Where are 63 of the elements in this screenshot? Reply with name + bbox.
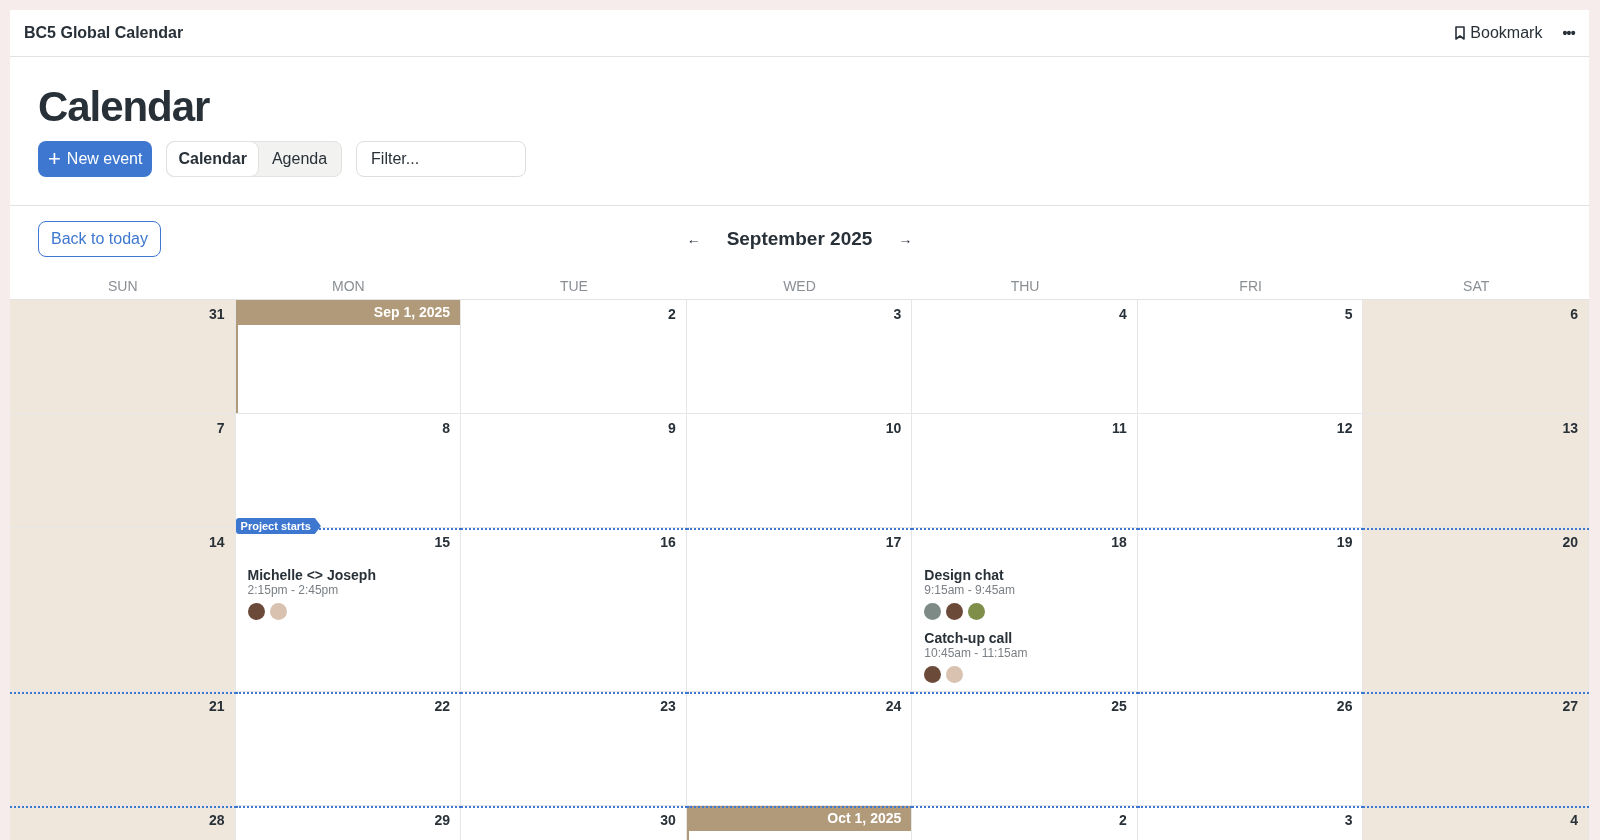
day-number: 30 xyxy=(660,811,676,830)
day-number: 23 xyxy=(660,697,676,716)
day-number: 8 xyxy=(442,419,451,438)
day-number: 17 xyxy=(885,533,902,552)
calendar-name: BC5 Global Calendar xyxy=(24,23,184,43)
view-tab[interactable]: Calendar xyxy=(167,142,258,176)
day-number: 4 xyxy=(1119,305,1127,324)
day-number: 20 xyxy=(1562,533,1578,552)
day-number: 31 xyxy=(209,305,225,324)
day-number: 6 xyxy=(1570,305,1578,324)
milestone-flag: Project starts xyxy=(235,518,321,534)
weekday-label: SUN xyxy=(108,277,138,294)
event-title[interactable]: Design chat xyxy=(924,567,1125,583)
weekday-label: TUE xyxy=(559,277,588,294)
event-time: 2:15pm - 2:45pm xyxy=(247,583,340,597)
day-number: 26 xyxy=(1336,697,1353,716)
weekday-label: FRI xyxy=(1239,277,1262,294)
weekday-label: THU xyxy=(1010,277,1040,294)
previous-month-button[interactable]: ← xyxy=(686,228,701,250)
day-number: 4 xyxy=(1570,811,1578,830)
weekday-label: MON xyxy=(332,277,365,294)
event-title[interactable]: Michelle <> Joseph xyxy=(247,567,449,583)
day-number: 21 xyxy=(209,697,225,716)
day-number: 14 xyxy=(209,533,225,552)
day-number: 3 xyxy=(893,305,902,324)
view-tab[interactable]: Agenda xyxy=(257,142,342,176)
day-number: 2 xyxy=(1119,811,1127,830)
filter-field[interactable]: Filter... xyxy=(356,141,527,177)
bookmark-button[interactable]: Bookmark xyxy=(1454,21,1543,45)
bookmark-icon xyxy=(1454,26,1467,40)
day-number: 25 xyxy=(1111,697,1127,716)
day-number: 7 xyxy=(216,419,225,438)
day-number: 3 xyxy=(1344,811,1353,830)
event-time: 10:45am - 11:15am xyxy=(924,646,1029,660)
day-number: 19 xyxy=(1336,533,1353,552)
day-number: 24 xyxy=(885,697,902,716)
month-title: September 2025 xyxy=(726,226,873,251)
day-number: 5 xyxy=(1344,305,1353,324)
day-number: 9 xyxy=(667,419,676,438)
day-number: 29 xyxy=(434,811,451,830)
month-start-banner: Sep 1, 2025 xyxy=(235,300,461,325)
day-number: 12 xyxy=(1336,419,1353,438)
month-start-banner: Oct 1, 2025 xyxy=(686,806,912,831)
event-time: 9:15am - 9:45am xyxy=(924,583,1016,597)
back-to-today-button[interactable]: Back to today xyxy=(38,221,161,257)
next-month-button[interactable]: → xyxy=(898,228,913,250)
weekday-label: SAT xyxy=(1463,277,1490,294)
day-number: 15 xyxy=(434,533,451,552)
day-number: 13 xyxy=(1562,419,1578,438)
plus-icon: + xyxy=(48,148,61,170)
new-event-button[interactable]: + New event xyxy=(38,141,153,177)
day-number: 16 xyxy=(660,533,676,552)
weekday-label: WED xyxy=(783,277,816,294)
day-number: 27 xyxy=(1562,697,1578,716)
day-number: 10 xyxy=(885,419,902,438)
more-options-button[interactable]: ••• xyxy=(1562,22,1575,44)
day-number: 18 xyxy=(1111,533,1127,552)
day-number: 22 xyxy=(434,697,451,716)
event-title[interactable]: Catch-up call xyxy=(924,630,1125,646)
day-number: 28 xyxy=(209,811,225,830)
day-number: 2 xyxy=(667,305,676,324)
page-title: Calendar xyxy=(38,82,211,132)
day-number: 11 xyxy=(1112,419,1127,438)
